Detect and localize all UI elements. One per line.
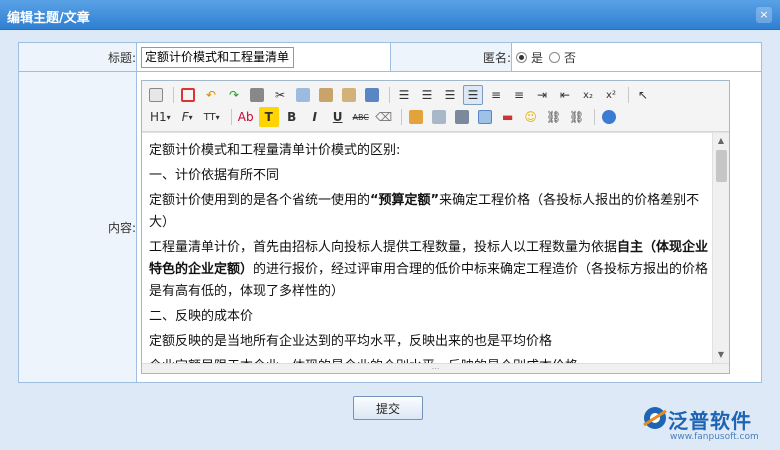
help-icon[interactable]: [599, 107, 619, 127]
superscript-icon[interactable]: x²: [601, 85, 621, 105]
brand-name: 泛普软件: [668, 409, 752, 433]
brand-logo: 泛普软件 www.fanpusoft.com: [642, 403, 772, 447]
editor-paragraph: 定额计价模式和工程量清单计价模式的区别:: [149, 140, 709, 162]
font-family-dropdown[interactable]: F ▾: [178, 107, 197, 127]
editor-paragraph: 定额反映的是当地所有企业达到的平均水平，反映出来的也是平均价格: [149, 331, 709, 353]
radio-selected-icon: [516, 51, 527, 63]
editor-paragraph: 二、反映的成本价: [149, 306, 709, 328]
editor-paragraph: 企业定额局限于本企业，体现的是企业的个别水平，反映的是个别成本价格: [149, 356, 709, 363]
hilitecolor-button[interactable]: T: [258, 107, 279, 127]
cut-icon[interactable]: ✂: [270, 85, 290, 105]
outdent-icon[interactable]: ⇤: [555, 85, 575, 105]
ordered-list-icon[interactable]: ≡: [486, 85, 506, 105]
editor-paragraph: 工程量清单计价，首先由招标人向投标人提供工程数量，投标人以工程数量为依据自主（体…: [149, 237, 709, 303]
indent-icon[interactable]: ⇥: [532, 85, 552, 105]
paste-text-icon[interactable]: [339, 85, 359, 105]
toolbar-divider: [389, 87, 390, 103]
text-run: 一、计价依据有所不同: [149, 168, 280, 183]
scroll-down-icon[interactable]: ▼: [713, 347, 729, 363]
text-run: 企业定额局限于本企业，体现的是企业的个别水平，反映的是个别成本价格: [149, 359, 578, 363]
editor-paragraph: 一、计价依据有所不同: [149, 165, 709, 187]
emoticon-icon[interactable]: ☺: [521, 107, 541, 127]
scroll-up-icon[interactable]: ▲: [713, 133, 729, 149]
title-input[interactable]: 定额计价模式和工程量清单: [141, 46, 294, 68]
media-icon[interactable]: [452, 107, 472, 127]
anon-label: 匿名:: [390, 42, 512, 72]
align-center-icon[interactable]: ☰: [417, 85, 437, 105]
copy-icon[interactable]: [293, 85, 313, 105]
brand-url: www.fanpusoft.com: [670, 432, 759, 442]
heading-dropdown[interactable]: H1 ▾: [146, 107, 175, 127]
editor-body[interactable]: 定额计价模式和工程量清单计价模式的区别: 一、计价依据有所不同定额计价使用到的是各…: [142, 132, 729, 363]
text-run: 定额计价模式和工程量清单计价模式的区别:: [149, 143, 401, 158]
underline-button[interactable]: U: [328, 107, 348, 127]
unlink-icon[interactable]: ⛓: [567, 107, 587, 127]
toolbar-row-1: ↶ ↷ ✂ ☰ ☰ ☰ ☰ ≡ ≡ ⇥ ⇤ x₂ x² ↖: [146, 84, 725, 106]
strikethrough-button[interactable]: ABC: [351, 107, 371, 127]
text-run: 定额计价使用到的是各个省统一使用的: [149, 193, 371, 208]
subscript-icon[interactable]: x₂: [578, 85, 598, 105]
anon-no-label: 否: [564, 50, 577, 65]
edit-form: 标题: 定额计价模式和工程量清单 匿名: 是 否 内容: ↶ ↷ ✂ ☰ ☰ ☰…: [18, 42, 762, 383]
toolbar-row-2: H1 ▾ F ▾ TT ▾ Ab T B I U ABC ⌫ ▬ ☺ ⛓ ⛓: [146, 106, 725, 128]
resize-handle[interactable]: ⋯: [142, 363, 729, 373]
radio-unselected-icon: [549, 51, 561, 63]
unordered-list-icon[interactable]: ≡: [509, 85, 529, 105]
italic-button[interactable]: I: [305, 107, 325, 127]
anon-radio-group: 是 否: [512, 43, 761, 71]
anon-yes-label: 是: [531, 50, 544, 65]
anon-no-radio[interactable]: 否: [549, 49, 576, 66]
editor-scrollbar[interactable]: ▲ ▼: [712, 133, 729, 363]
fanpu-logo-icon: [643, 407, 667, 429]
eraser-icon[interactable]: ⌫: [374, 107, 394, 127]
hr-icon[interactable]: ▬: [498, 107, 518, 127]
toolbar-divider: [400, 109, 402, 125]
window-titlebar: 编辑主题/文章 ×: [0, 0, 780, 30]
paste-icon[interactable]: [316, 85, 336, 105]
bold-button[interactable]: B: [282, 107, 302, 127]
source-icon[interactable]: [146, 85, 166, 105]
flash-icon[interactable]: [429, 107, 449, 127]
print-icon[interactable]: [247, 85, 267, 105]
fullscreen-icon[interactable]: [178, 85, 198, 105]
editor-toolbar: ↶ ↷ ✂ ☰ ☰ ☰ ☰ ≡ ≡ ⇥ ⇤ x₂ x² ↖ H1 ▾ F ▾ T…: [142, 81, 729, 132]
bold-run: “预算定额”: [370, 193, 440, 208]
editor-paragraph: 定额计价使用到的是各个省统一使用的“预算定额”来确定工程价格（各投标人报出的价格…: [149, 190, 709, 234]
anon-yes-radio[interactable]: 是: [516, 49, 543, 66]
content-label: 内容:: [18, 71, 137, 383]
chevron-down-icon: ▾: [166, 112, 171, 122]
title-label: 标题:: [18, 42, 137, 72]
undo-icon[interactable]: ↶: [201, 85, 221, 105]
chevron-down-icon: ▾: [188, 112, 193, 122]
editor-content[interactable]: 定额计价模式和工程量清单计价模式的区别: 一、计价依据有所不同定额计价使用到的是各…: [149, 140, 709, 363]
font-size-dropdown[interactable]: TT ▾: [200, 107, 224, 127]
submit-button[interactable]: 提交: [353, 396, 423, 420]
paste-word-icon[interactable]: [362, 85, 382, 105]
rich-text-editor: ↶ ↷ ✂ ☰ ☰ ☰ ☰ ≡ ≡ ⇥ ⇤ x₂ x² ↖ H1 ▾ F ▾ T…: [141, 80, 730, 374]
redo-icon[interactable]: ↷: [224, 85, 244, 105]
text-run: 二、反映的成本价: [149, 309, 254, 324]
table-icon[interactable]: [475, 107, 495, 127]
toolbar-divider: [230, 109, 232, 125]
dialog-content: 标题: 定额计价模式和工程量清单 匿名: 是 否 内容: ↶ ↷ ✂ ☰ ☰ ☰…: [0, 31, 780, 450]
align-justify-icon[interactable]: ☰: [463, 85, 483, 105]
select-all-icon[interactable]: ↖: [633, 85, 653, 105]
image-icon[interactable]: [406, 107, 426, 127]
text-run: 工程量清单计价，首先由招标人向投标人提供工程数量，投标人以工程数量为依据: [149, 240, 618, 255]
close-icon[interactable]: ×: [756, 7, 772, 23]
align-right-icon[interactable]: ☰: [440, 85, 460, 105]
toolbar-divider: [173, 87, 174, 103]
scroll-thumb[interactable]: [716, 150, 727, 182]
window-title: 编辑主题/文章: [7, 11, 90, 26]
link-icon[interactable]: ⛓: [544, 107, 564, 127]
toolbar-divider: [593, 109, 595, 125]
text-run: 定额反映的是当地所有企业达到的平均水平，反映出来的也是平均价格: [149, 334, 553, 349]
toolbar-divider: [628, 87, 629, 103]
align-left-icon[interactable]: ☰: [394, 85, 414, 105]
forecolor-button[interactable]: Ab: [236, 107, 256, 127]
chevron-down-icon: ▾: [215, 112, 220, 122]
